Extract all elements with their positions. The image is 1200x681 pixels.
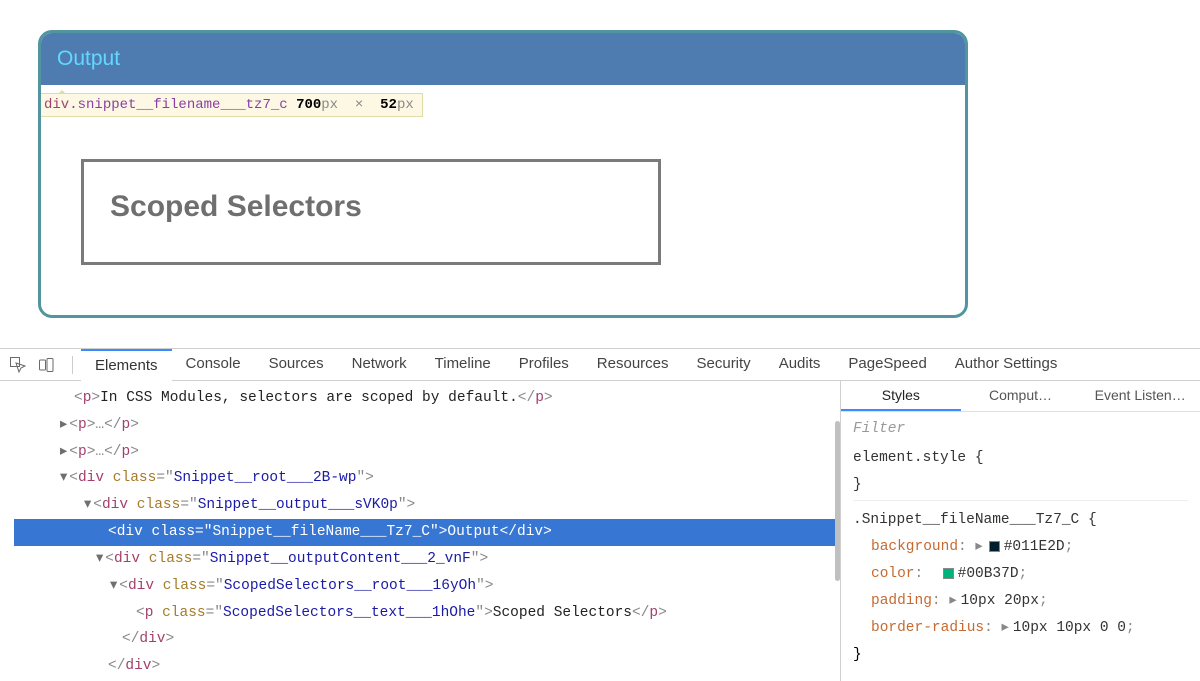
toolbar-tab-audits[interactable]: Audits — [765, 349, 835, 381]
dom-node[interactable]: <div class="Snippet__outputContent___2_v… — [14, 546, 840, 573]
styles-tabs: StylesComput…Event Listen… — [841, 381, 1200, 412]
device-mode-icon[interactable] — [36, 355, 56, 375]
preview-output-header: Output — [41, 33, 965, 85]
element-dimensions-tooltip: div.snippet__filename___tz7_c 700px × 52… — [38, 93, 423, 117]
style-rule-selector[interactable]: .Snippet__fileName___Tz7_C { — [853, 507, 1188, 534]
scrollbar-thumb[interactable] — [835, 421, 840, 581]
toolbar-tab-resources[interactable]: Resources — [583, 349, 683, 381]
expand-arrow-icon[interactable] — [60, 444, 67, 460]
styles-tab-styles[interactable]: Styles — [841, 381, 961, 411]
preview-content: Scoped Selectors — [41, 109, 965, 275]
toolbar-tab-security[interactable]: Security — [683, 349, 765, 381]
style-declaration[interactable]: padding: 10px 20px; — [853, 588, 1188, 615]
toolbar-tab-sources[interactable]: Sources — [255, 349, 338, 381]
dom-node[interactable]: <div class="Snippet__output___sVK0p"> — [14, 492, 840, 519]
devtools-body: <p>In CSS Modules, selectors are scoped … — [0, 381, 1200, 681]
toolbar-tab-profiles[interactable]: Profiles — [505, 349, 583, 381]
dom-node[interactable]: <p>…</p> — [14, 412, 840, 439]
toolbar-tab-pagespeed[interactable]: PageSpeed — [834, 349, 940, 381]
style-declaration[interactable]: border-radius: 10px 10px 0 0; — [853, 615, 1188, 642]
scoped-selectors-card: Scoped Selectors — [81, 159, 661, 265]
tooltip-width: 700 — [296, 97, 321, 113]
toolbar-tab-network[interactable]: Network — [338, 349, 421, 381]
style-declaration[interactable]: background: #011E2D; — [853, 534, 1188, 561]
expand-arrow-icon[interactable] — [60, 417, 67, 433]
dom-node[interactable]: </div> — [14, 626, 840, 653]
dom-node[interactable]: </div> — [14, 653, 840, 680]
dom-node[interactable]: <div class="ScopedSelectors__root___16yO… — [14, 573, 840, 600]
dom-node-selected[interactable]: ⋯<div class="Snippet__fileName___Tz7_C">… — [14, 519, 840, 546]
color-swatch-icon[interactable] — [989, 541, 1000, 552]
scoped-selectors-title: Scoped Selectors — [110, 190, 632, 224]
devtools-toolbar: ElementsConsoleSourcesNetworkTimelinePro… — [0, 349, 1200, 381]
tooltip-element: div — [44, 97, 69, 113]
toolbar-tabs: ElementsConsoleSourcesNetworkTimelinePro… — [81, 349, 1071, 381]
toolbar-tab-author-settings[interactable]: Author Settings — [941, 349, 1072, 381]
styles-panel: StylesComput…Event Listen… Filter elemen… — [840, 381, 1200, 681]
dom-node[interactable]: <p>In CSS Modules, selectors are scoped … — [14, 385, 840, 412]
element-style-line: element.style { } — [853, 445, 1188, 502]
page-preview: Output div.snippet__filename___tz7_c 700… — [38, 30, 968, 318]
styles-tab-event-listen-[interactable]: Event Listen… — [1080, 381, 1200, 411]
style-rule-block: .Snippet__fileName___Tz7_C { background:… — [853, 507, 1188, 668]
styles-body[interactable]: Filter element.style { } .Snippet__fileN… — [841, 412, 1200, 676]
elements-panel[interactable]: <p>In CSS Modules, selectors are scoped … — [0, 381, 840, 681]
toolbar-tab-console[interactable]: Console — [172, 349, 255, 381]
dom-node[interactable]: <p class="ScopedSelectors__text___1hOhe"… — [14, 600, 840, 627]
tooltip-class: .snippet__filename___tz7_c — [69, 97, 287, 113]
toolbar-tab-elements[interactable]: Elements — [81, 349, 172, 381]
dom-node[interactable]: <p>…</p> — [14, 439, 840, 466]
devtools: ElementsConsoleSourcesNetworkTimelinePro… — [0, 348, 1200, 681]
inspect-overlay: Output — [41, 33, 965, 85]
color-swatch-icon[interactable] — [943, 568, 954, 579]
expand-arrow-icon[interactable] — [60, 470, 67, 486]
expand-arrow-icon[interactable] — [96, 551, 103, 567]
styles-filter[interactable]: Filter — [853, 416, 1188, 445]
tooltip-height: 52 — [380, 97, 397, 113]
expand-arrow-icon[interactable] — [84, 497, 91, 513]
toolbar-divider — [72, 356, 73, 374]
expand-arrow-icon[interactable] — [110, 578, 117, 594]
inspect-element-icon[interactable] — [8, 355, 28, 375]
toolbar-tab-timeline[interactable]: Timeline — [421, 349, 505, 381]
dom-node[interactable]: <div class="Snippet__root___2B-wp"> — [14, 465, 840, 492]
styles-tab-comput-[interactable]: Comput… — [961, 381, 1081, 411]
style-declaration[interactable]: color: #00B37D; — [853, 561, 1188, 588]
